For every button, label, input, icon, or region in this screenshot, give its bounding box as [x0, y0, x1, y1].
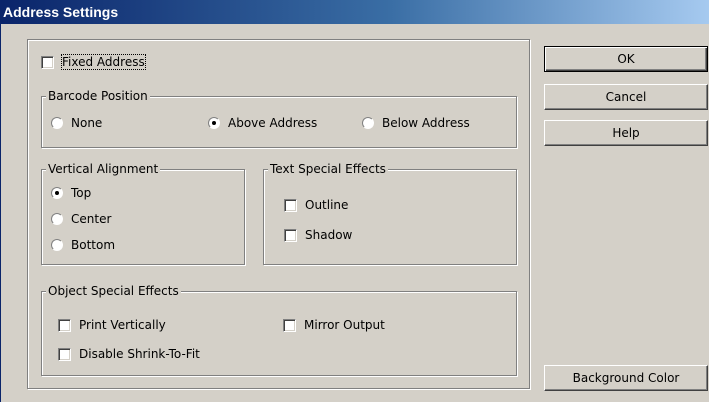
radio-indicator[interactable] [51, 213, 63, 225]
shadow-checkbox[interactable]: Shadow [284, 228, 352, 242]
radio-indicator[interactable] [51, 117, 63, 129]
fixed-address-checkbox-box[interactable] [41, 55, 54, 69]
radio-label: Bottom [71, 238, 116, 252]
radio-label: Above Address [228, 116, 318, 130]
checkbox-box[interactable] [58, 318, 71, 332]
alignment-center-radio[interactable]: Center [51, 212, 111, 226]
radio-label: None [71, 116, 103, 130]
checkbox-label: Mirror Output [304, 318, 385, 332]
fixed-address-label: Fixed Address [61, 54, 146, 70]
window-title: Address Settings [3, 4, 119, 20]
text-special-effects-group: Text Special Effects Outline Shadow [263, 162, 517, 265]
checkbox-box[interactable] [58, 347, 71, 361]
background-color-button[interactable]: Background Color [544, 365, 708, 391]
text-special-effects-legend: Text Special Effects [268, 162, 388, 176]
title-bar[interactable]: Address Settings [1, 0, 709, 24]
checkbox-label: Outline [305, 198, 349, 212]
checkbox-label: Disable Shrink-To-Fit [79, 347, 200, 361]
barcode-below-address-radio[interactable]: Below Address [362, 116, 470, 130]
radio-indicator[interactable] [362, 117, 374, 129]
checkbox-box[interactable] [284, 228, 297, 242]
barcode-position-legend: Barcode Position [46, 89, 150, 103]
barcode-position-group: Barcode Position None Above Address Belo… [41, 89, 517, 148]
help-button[interactable]: Help [544, 120, 708, 146]
radio-indicator[interactable] [51, 187, 63, 199]
outline-checkbox[interactable]: Outline [284, 198, 348, 212]
alignment-bottom-radio[interactable]: Bottom [51, 238, 115, 252]
radio-indicator[interactable] [208, 117, 220, 129]
radio-label: Center [71, 212, 112, 226]
barcode-above-address-radio[interactable]: Above Address [208, 116, 317, 130]
mirror-output-checkbox[interactable]: Mirror Output [283, 318, 385, 332]
fixed-address-checkbox[interactable]: Fixed Address [41, 54, 146, 70]
checkbox-box[interactable] [284, 198, 297, 212]
object-special-effects-legend: Object Special Effects [46, 284, 181, 298]
object-special-effects-group: Object Special Effects Print Vertically … [41, 284, 517, 376]
settings-panel: Fixed Address Barcode Position None Abov… [27, 39, 530, 389]
radio-indicator[interactable] [51, 239, 63, 251]
radio-label: Top [71, 186, 92, 200]
alignment-top-radio[interactable]: Top [51, 186, 91, 200]
radio-label: Below Address [382, 116, 470, 130]
checkbox-label: Shadow [305, 228, 353, 242]
vertical-alignment-legend: Vertical Alignment [46, 162, 161, 176]
disable-shrink-to-fit-checkbox[interactable]: Disable Shrink-To-Fit [58, 347, 200, 361]
ok-button[interactable]: OK [544, 46, 708, 72]
barcode-none-radio[interactable]: None [51, 116, 102, 130]
cancel-button[interactable]: Cancel [544, 84, 708, 110]
vertical-alignment-group: Vertical Alignment Top Center Bottom [41, 162, 245, 265]
checkbox-box[interactable] [283, 318, 296, 332]
address-settings-dialog: Address Settings Fixed Address Barcode P… [0, 0, 709, 402]
checkbox-label: Print Vertically [79, 318, 166, 332]
print-vertically-checkbox[interactable]: Print Vertically [58, 318, 166, 332]
